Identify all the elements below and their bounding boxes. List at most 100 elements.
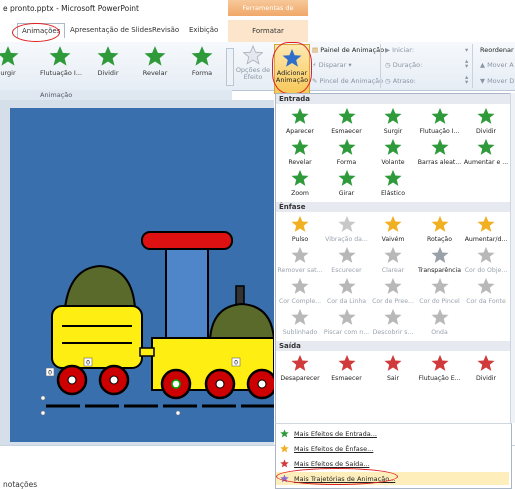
animation-painter-button[interactable]: ✎ Pincel de Animação — [312, 77, 383, 85]
train-wheel[interactable] — [56, 364, 88, 396]
effect-surgir[interactable]: urgir — [0, 45, 28, 77]
start-field[interactable]: ▶ Iniciar: — [385, 46, 414, 54]
effect-star-icon — [384, 277, 402, 294]
effect-star-icon — [477, 246, 495, 263]
delay-spinner[interactable]: ▴ ▾ — [465, 74, 468, 86]
gallery-effect-item[interactable]: Esmaecer — [324, 107, 370, 135]
gallery-effect-item[interactable]: Barras aleat... — [417, 138, 463, 166]
more-effects-label: Mais Efeitos de Entrada... — [294, 430, 377, 438]
gallery-effect-item[interactable]: Volante — [370, 138, 416, 166]
start-dropdown-icon[interactable]: ▾ — [465, 46, 468, 54]
gallery-effect-item[interactable]: Piscar com n... — [324, 308, 370, 336]
effect-star-icon — [384, 354, 402, 371]
gallery-effect-item[interactable]: Sair — [370, 354, 416, 382]
selection-handle[interactable] — [40, 410, 46, 416]
effect-options-button[interactable]: Opções de Efeito — [234, 45, 272, 81]
gallery-effect-item[interactable]: Esmaecer — [324, 354, 370, 382]
gallery-effect-item[interactable]: Elástico — [370, 169, 416, 197]
gallery-effect-item[interactable]: Vibração da... — [324, 215, 370, 243]
gallery-effect-label: Cor do Obje... — [464, 267, 508, 274]
gallery-effect-item[interactable]: Dividir — [463, 354, 509, 382]
train-wheel[interactable] — [204, 368, 236, 400]
drawing-tools-context-label: Ferramentas de Desenho — [228, 0, 308, 28]
gallery-scrollbar[interactable] — [510, 93, 515, 423]
gallery-effect-item[interactable]: Aumentar/d... — [463, 215, 509, 243]
effect-star-icon — [291, 246, 309, 263]
more-effects-item[interactable]: Mais Efeitos de Ênfase... — [276, 442, 509, 455]
gallery-effect-label: Zoom — [291, 190, 309, 197]
effect-star-icon — [430, 354, 449, 371]
gallery-effect-item[interactable]: Cor da Fonte — [463, 277, 509, 305]
train-dome[interactable] — [208, 302, 276, 341]
gallery-effect-item[interactable]: Descobrir s... — [370, 308, 416, 336]
gallery-effect-label: Flutuação E... — [418, 375, 461, 382]
gallery-effect-item[interactable]: Cor Comple... — [277, 277, 323, 305]
gallery-effect-item[interactable]: Vaivém — [370, 215, 416, 243]
gallery-effect-label: Sair — [387, 375, 399, 382]
gallery-effect-item[interactable]: Zoom — [277, 169, 323, 197]
train-wheel[interactable] — [98, 364, 130, 396]
gallery-effect-item[interactable]: Surgir — [370, 107, 416, 135]
gallery-effect-label: Cor Comple... — [278, 298, 322, 305]
gallery-effect-item[interactable]: Revelar — [277, 138, 323, 166]
gallery-effect-item[interactable]: Cor do Pincel — [417, 277, 463, 305]
train-wheel[interactable] — [160, 368, 192, 400]
effect-flutuacao[interactable]: Flutuação I... — [40, 45, 82, 77]
star-icon — [97, 46, 119, 66]
tab-formatar[interactable]: Formatar — [228, 20, 308, 42]
effect-star-icon — [291, 215, 309, 232]
gallery-effect-item[interactable]: Escurecer — [324, 246, 370, 274]
ribbon-tabs: Animações Apresentação de Slides Revisão… — [0, 20, 515, 43]
duration-field[interactable]: ◷ Duração: — [385, 61, 422, 69]
gallery-effect-item[interactable]: Cor do Obje... — [463, 246, 509, 274]
gallery-effect-item[interactable]: Flutuação I... — [417, 107, 463, 135]
gallery-effect-item[interactable]: Girar — [324, 169, 370, 197]
gallery-effect-item[interactable]: Onda — [417, 308, 463, 336]
train-car-dome[interactable] — [63, 264, 137, 309]
gallery-effect-item[interactable]: Cor de Pree... — [370, 277, 416, 305]
effect-star-icon — [337, 277, 356, 294]
gallery-effect-item[interactable]: Desaparecer — [277, 354, 323, 382]
gallery-effect-label: Aumentar e ... — [463, 159, 509, 166]
animation-pane-button[interactable]: ▤ Painel de Animação — [312, 46, 384, 54]
gallery-effect-item[interactable]: Aparecer — [277, 107, 323, 135]
tab-exibicao[interactable]: Exibição — [189, 26, 218, 34]
train-car-body[interactable] — [51, 305, 143, 369]
move-earlier-button[interactable]: ▲ Mover A — [480, 61, 514, 69]
delay-field[interactable]: ◷ Atraso: — [385, 77, 416, 85]
tab-apresentacao[interactable]: Apresentação de Slides — [70, 26, 152, 34]
gallery-effect-item[interactable]: Aumentar e ... — [463, 138, 509, 166]
effect-forma[interactable]: Forma — [182, 45, 222, 77]
train-wheel[interactable] — [246, 368, 278, 400]
tab-revisao[interactable]: Revisão — [152, 26, 179, 34]
gallery-effect-label: Cor de Pree... — [372, 298, 414, 305]
gallery-effect-item[interactable]: Pulso — [277, 215, 323, 243]
trigger-button[interactable]: ⚡ Disparar ▾ — [312, 61, 352, 69]
gallery-effect-label: Cor do Pincel — [419, 298, 460, 305]
slide-canvas[interactable]: 0 0 0 — [10, 108, 278, 442]
gallery-effect-item[interactable]: Sublinhado — [277, 308, 323, 336]
train-chimney-cap[interactable] — [141, 231, 233, 250]
effect-star-icon — [384, 246, 402, 263]
selection-handle[interactable] — [175, 410, 181, 416]
effect-dividir[interactable]: Dividir — [88, 45, 128, 77]
gallery-effect-item[interactable]: Remover sat... — [277, 246, 323, 274]
gallery-effect-item[interactable]: Clarear — [370, 246, 416, 274]
gallery-effect-label: Flutuação I... — [419, 128, 460, 135]
effect-revelar[interactable]: Revelar — [135, 45, 175, 77]
effect-star-icon — [384, 107, 402, 124]
gallery-effect-item[interactable]: Forma — [324, 138, 370, 166]
duration-spinner[interactable]: ▴ ▾ — [465, 58, 468, 70]
effect-star-icon — [477, 215, 495, 232]
gallery-effect-item[interactable]: Flutuação E... — [417, 354, 463, 382]
gallery-effect-label: Forma — [336, 159, 357, 166]
gallery-effect-item[interactable]: Dividir — [463, 107, 509, 135]
more-effects-item[interactable]: Mais Efeitos de Entrada... — [276, 427, 509, 440]
gallery-effect-item[interactable]: Transparência — [417, 246, 463, 274]
gallery-effect-item[interactable]: Rotação — [417, 215, 463, 243]
move-later-button[interactable]: ▼ Mover D — [480, 77, 514, 85]
gallery-effect-item[interactable]: Cor da Linha — [324, 277, 370, 305]
gallery-scroll[interactable] — [226, 48, 234, 86]
selection-handle[interactable] — [40, 395, 46, 401]
effect-star-icon — [291, 277, 309, 294]
